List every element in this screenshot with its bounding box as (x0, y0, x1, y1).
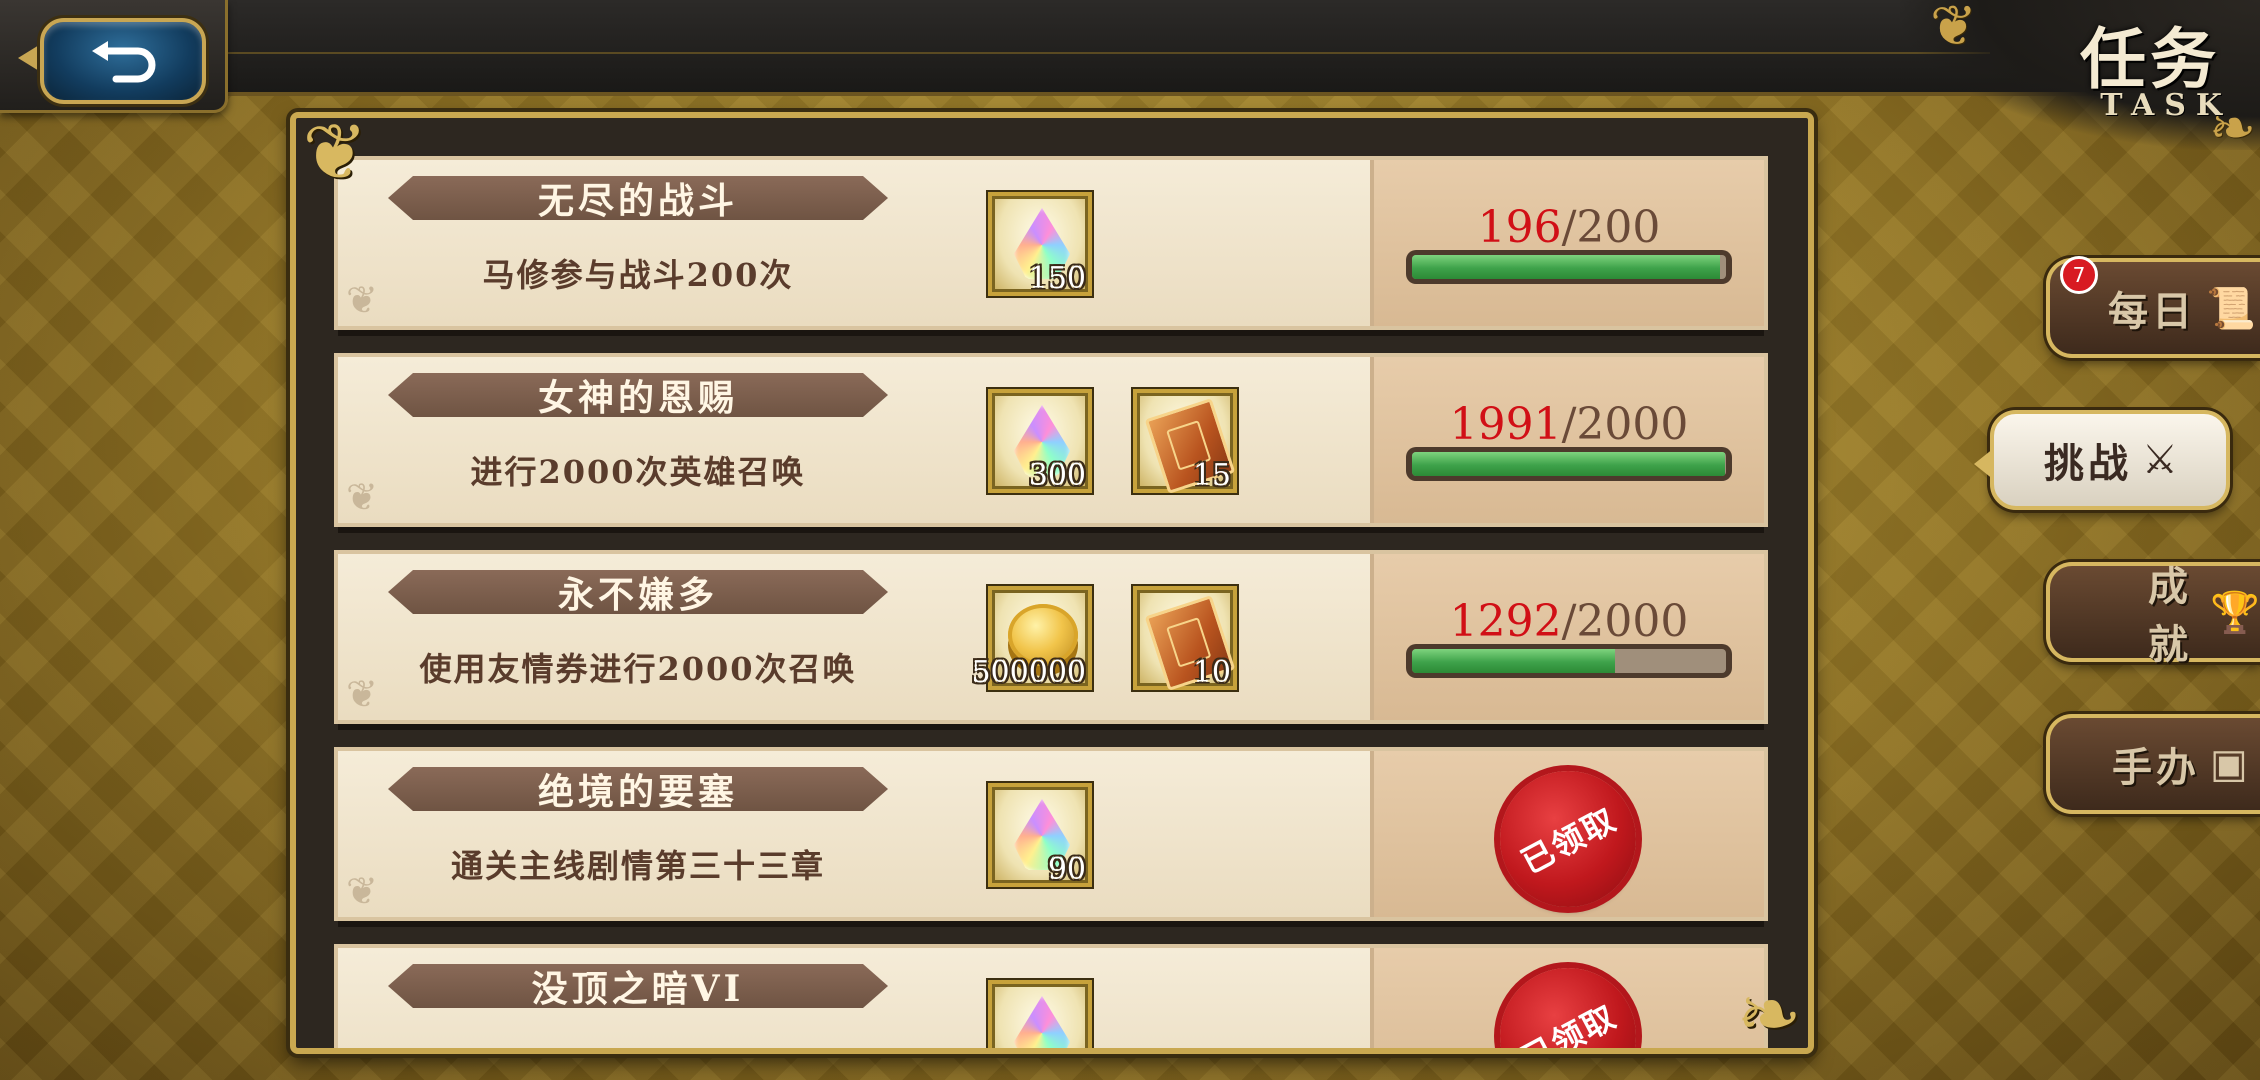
reward-item[interactable]: 15 (1133, 389, 1237, 494)
crossed-swords-icon: ⚔ (2142, 437, 2178, 483)
progress-cell: 1292/2000 (1370, 554, 1764, 720)
progress-total: /2000 (1561, 596, 1689, 647)
reward-count: 10 (1192, 655, 1231, 690)
task-row: 绝境的要塞 通关主线剧情第三十三章 ❦ 90 已领取 (334, 747, 1768, 927)
corner-ornament-icon: ❦ (302, 112, 368, 198)
reward-count: 500000 (971, 655, 1086, 690)
swirl-ornament-icon: ❦ (346, 278, 378, 322)
progress-bar (1406, 644, 1732, 678)
task-row: 永不嫌多 使用友情券进行2000次召唤 ❦ 500000 10 1292/200… (334, 550, 1768, 730)
task-description: 通关主线剧情第三十三章 (450, 847, 825, 885)
task-title: 无尽的战斗 (388, 176, 888, 220)
progress-text: 1991/2000 (1374, 399, 1764, 450)
progress-text: 196/200 (1374, 202, 1764, 253)
notification-badge: 7 (2060, 256, 2098, 294)
progress-text: 1292/2000 (1374, 596, 1764, 647)
rainbow-gem-icon (1014, 996, 1070, 1048)
progress-bar (1406, 447, 1732, 481)
claimed-label: 已领取 (1514, 997, 1623, 1054)
task-row: 没顶之暗VI 已领取 (334, 944, 1768, 1054)
page-subtitle: TASK (2100, 88, 2232, 123)
tab-label: 挑战 (2044, 440, 2132, 487)
progress-current: 1991 (1449, 399, 1562, 450)
tab-figure[interactable]: 手办 ▣ (2046, 714, 2260, 814)
figure-card-icon: ▣ (2210, 741, 2248, 787)
progress-fill (1412, 649, 1615, 673)
tab-daily[interactable]: 7 每日 📜 (2046, 256, 2260, 358)
swirl-ornament-icon: ❦ (346, 672, 378, 716)
reward-item[interactable]: 150 (988, 192, 1092, 296)
progress-total: /2000 (1561, 399, 1689, 450)
reward-item[interactable]: 10 (1133, 586, 1237, 691)
corner-ornament-icon: ❧ (1736, 970, 1802, 1054)
reward-item[interactable] (988, 980, 1092, 1048)
claimed-seal: 已领取 (1500, 968, 1636, 1054)
progress-current: 196 (1477, 202, 1562, 253)
reward-item[interactable]: 90 (988, 783, 1092, 887)
task-row: 女神的恩赐 进行2000次英雄召唤 ❦ 300 15 1991/2000 (334, 353, 1768, 533)
claimed-seal: 已领取 (1500, 771, 1636, 907)
reward-item[interactable]: 500000 (971, 586, 1092, 690)
progress-fill (1412, 255, 1720, 279)
tab-label: 成就 (2148, 563, 2192, 668)
task-title: 没顶之暗VI (388, 964, 888, 1008)
reward-count: 300 (1028, 458, 1086, 493)
swirl-ornament-icon: ❦ (346, 869, 378, 913)
progress-cell: 196/200 (1370, 160, 1764, 326)
task-title: 绝境的要塞 (388, 767, 888, 811)
progress-cell: 已领取 (1370, 751, 1764, 917)
task-description: 进行2000次英雄召唤 (470, 453, 806, 491)
claimed-label: 已领取 (1514, 800, 1623, 882)
reward-item[interactable]: 300 (988, 389, 1092, 493)
tab-challenge[interactable]: 挑战 ⚔ (1974, 410, 2230, 510)
progress-fill (1412, 452, 1725, 476)
tab-label: 每日 (2108, 288, 2196, 335)
task-description: 马修参与战斗200次 (482, 256, 794, 294)
task-title: 女神的恩赐 (388, 373, 888, 417)
swirl-ornament-icon: ❦ (346, 475, 378, 519)
task-description: 使用友情券进行2000次召唤 (419, 650, 857, 688)
scroll-icon: 📜 (2206, 285, 2256, 332)
progress-bar (1406, 250, 1732, 284)
reward-count: 15 (1192, 458, 1231, 493)
tab-label: 手办 (2112, 744, 2200, 791)
reward-count: 150 (1028, 261, 1086, 296)
active-tab-pointer (1974, 448, 1994, 480)
back-button[interactable] (40, 18, 206, 104)
tab-achievement[interactable]: 成就 🏆 (2046, 562, 2260, 668)
progress-current: 1292 (1449, 596, 1562, 647)
task-title: 永不嫌多 (388, 570, 888, 614)
reward-count: 90 (1047, 852, 1086, 887)
progress-cell: 1991/2000 (1370, 357, 1764, 523)
trophy-icon: 🏆 (2210, 589, 2260, 636)
return-arrow-icon (92, 41, 156, 83)
progress-total: /200 (1561, 202, 1661, 253)
ornament-scroll-icon: ❦ (1930, 0, 1977, 59)
task-row: 无尽的战斗 马修参与战斗200次 ❦ 150 196/200 (334, 156, 1768, 336)
back-button-plate (0, 0, 228, 113)
task-list-panel[interactable]: 无尽的战斗 马修参与战斗200次 ❦ 150 196/200 女神的恩赐 进行2… (290, 112, 1814, 1054)
progress-cell: 已领取 (1370, 948, 1764, 1054)
